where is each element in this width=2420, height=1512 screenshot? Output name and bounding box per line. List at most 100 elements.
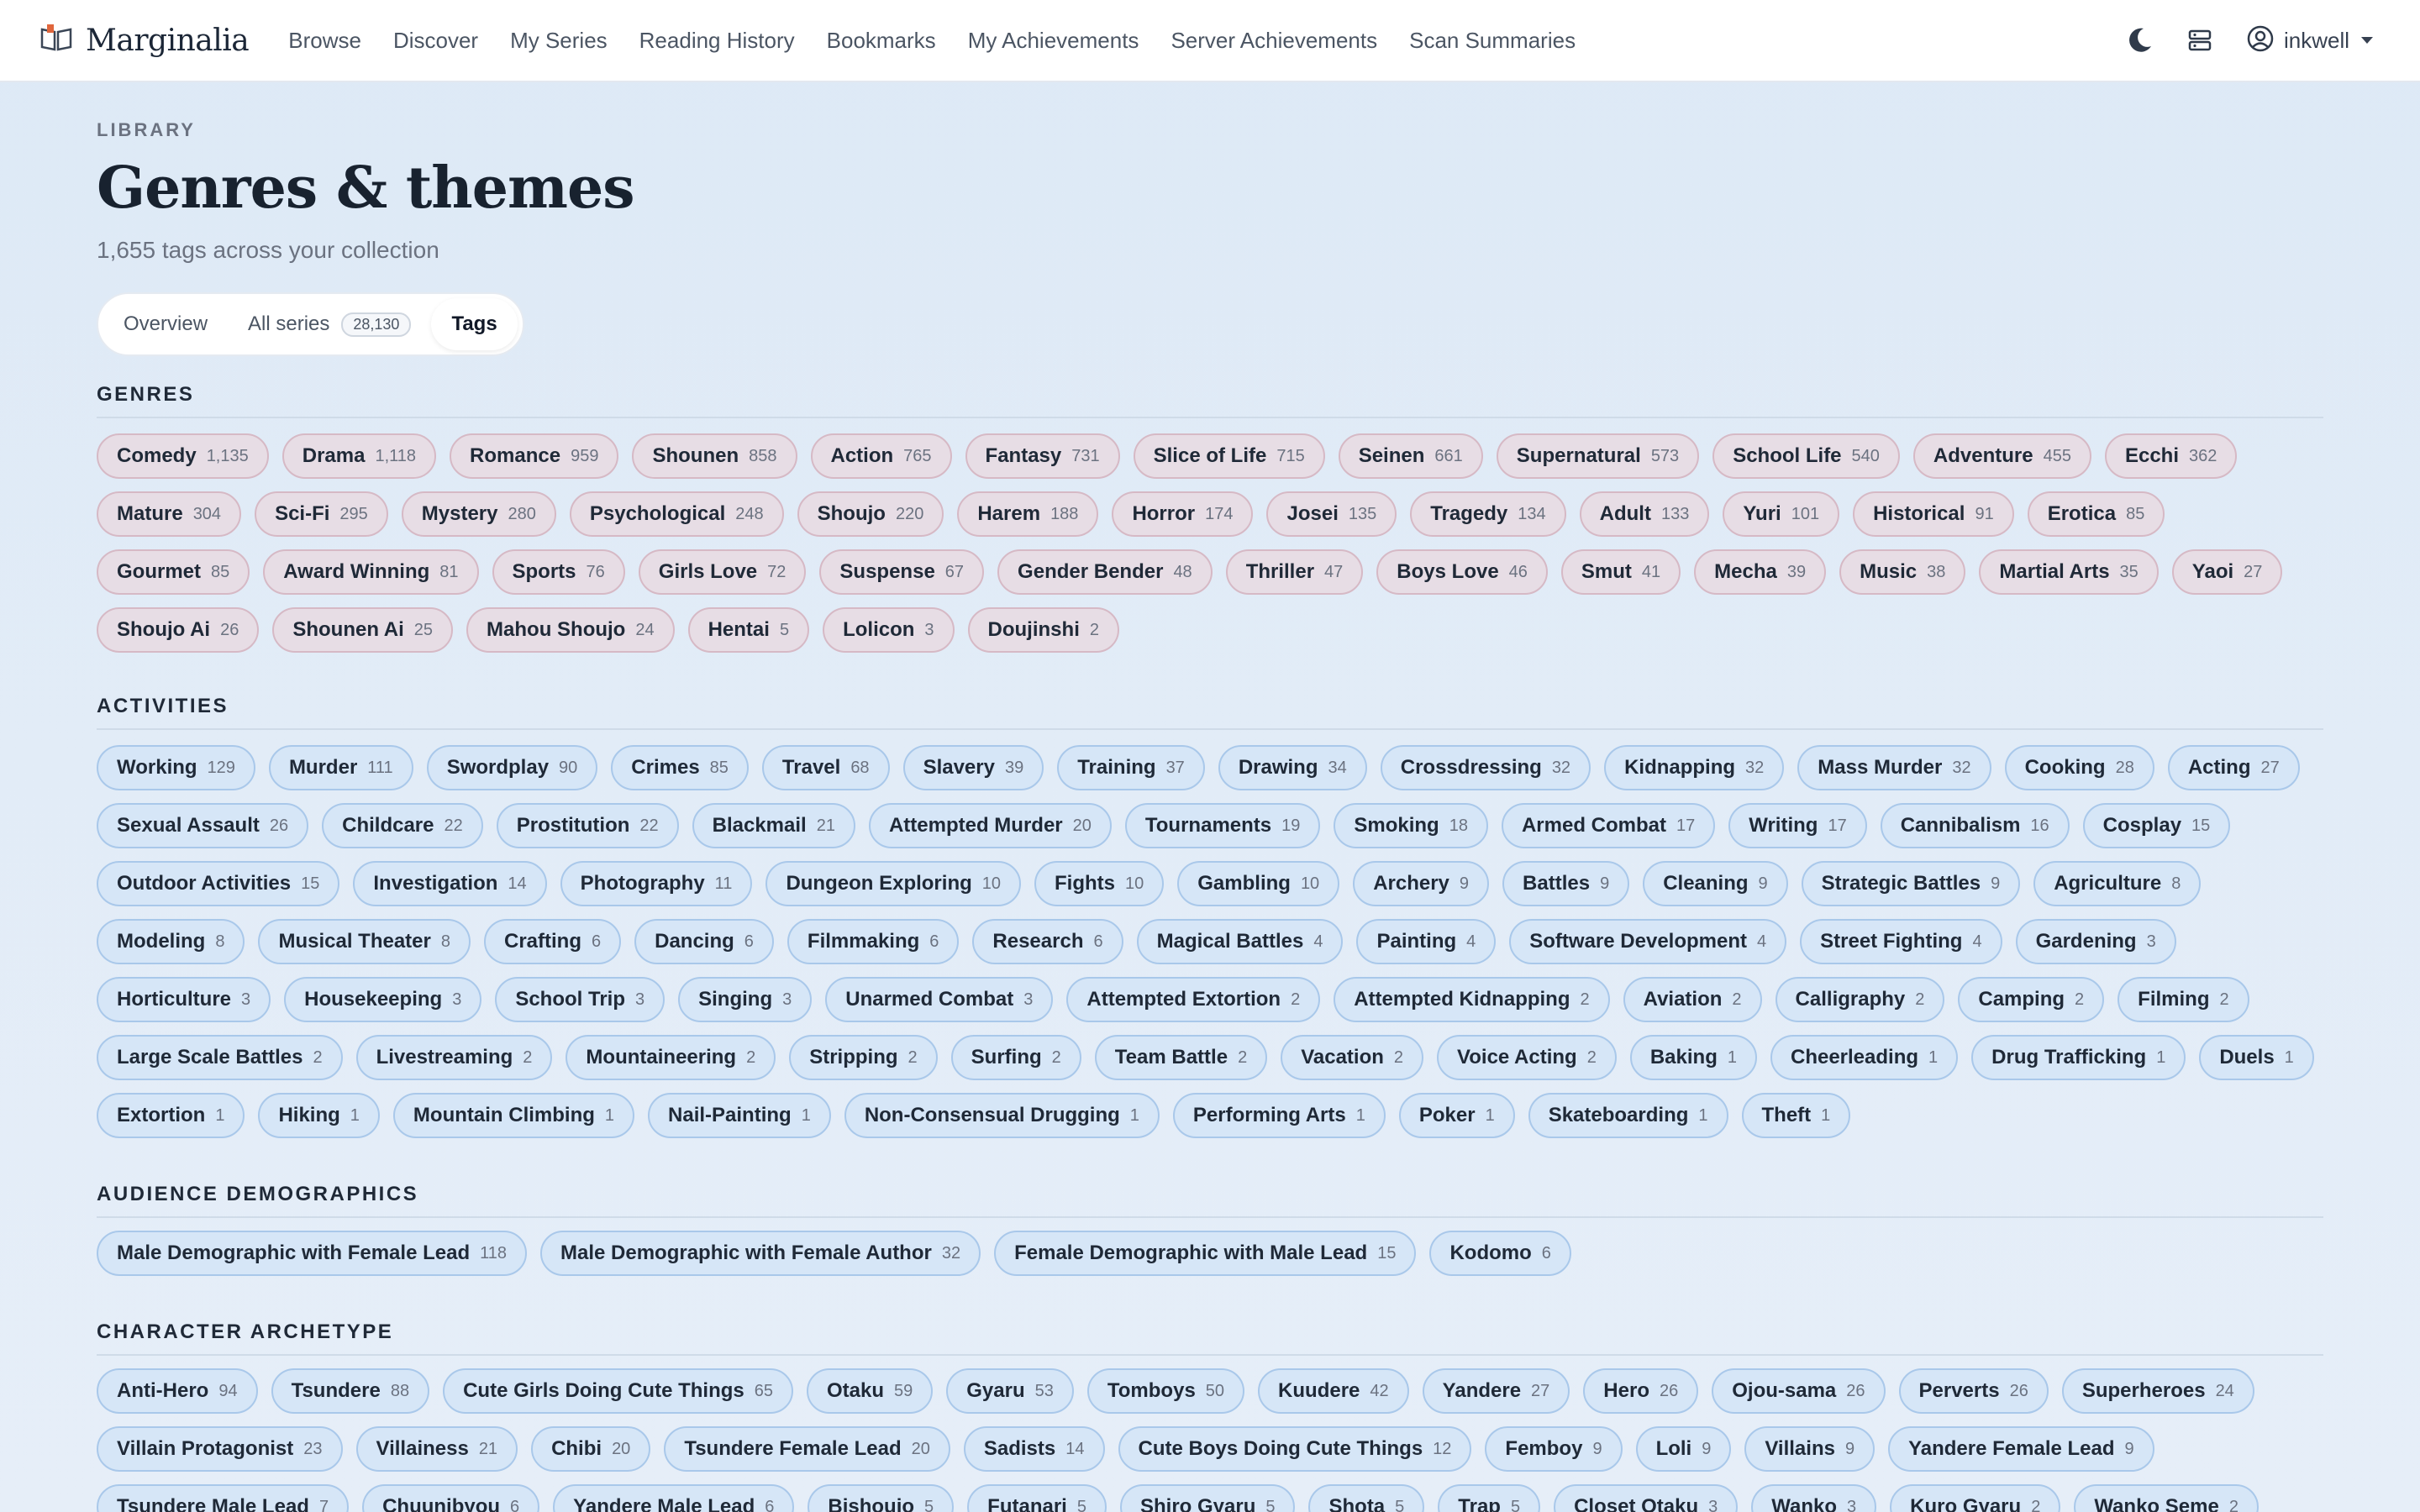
tag-chip[interactable]: Cooking 28 [2004,745,2154,790]
tag-chip[interactable]: Slice of Life 715 [1133,433,1325,479]
tag-chip[interactable]: Mass Murder 32 [1797,745,1991,790]
tag-chip[interactable]: Gyaru 53 [946,1368,1074,1414]
tag-chip[interactable]: Slavery 39 [902,745,1044,790]
tag-chip[interactable]: Mystery 280 [401,491,556,537]
tag-chip[interactable]: Horror 174 [1112,491,1254,537]
tag-chip[interactable]: Murder 111 [268,745,413,790]
tag-chip[interactable]: Camping 2 [1958,977,2105,1022]
tag-chip[interactable]: Theft 1 [1741,1093,1851,1138]
tag-chip[interactable]: Shota 5 [1308,1484,1425,1512]
tag-chip[interactable]: Adult 133 [1579,491,1710,537]
tag-chip[interactable]: Shiro Gyaru 5 [1119,1484,1296,1512]
tag-chip[interactable]: Action 765 [810,433,952,479]
tag-chip[interactable]: Male Demographic with Female Author 32 [540,1231,981,1276]
tag-chip[interactable]: Thriller 47 [1225,549,1364,595]
tag-chip[interactable]: Yandere Female Lead 9 [1888,1426,2154,1472]
tag-chip[interactable]: Male Demographic with Female Lead 118 [97,1231,527,1276]
tag-chip[interactable]: Fights 10 [1034,861,1165,906]
tag-chip[interactable]: Erotica 85 [2027,491,2165,537]
tag-chip[interactable]: Boys Love 46 [1376,549,1548,595]
tag-chip[interactable]: Tomboys 50 [1086,1368,1245,1414]
tag-chip[interactable]: Futanari 5 [967,1484,1107,1512]
tag-chip[interactable]: Strategic Battles 9 [1801,861,2021,906]
tag-chip[interactable]: Gourmet 85 [97,549,250,595]
tag-chip[interactable]: Mahou Shoujo 24 [466,607,675,653]
tag-chip[interactable]: Hero 26 [1583,1368,1699,1414]
tag-chip[interactable]: Seinen 661 [1338,433,1483,479]
tag-chip[interactable]: Otaku 59 [807,1368,934,1414]
tag-chip[interactable]: Hentai 5 [687,607,810,653]
moon-icon[interactable] [2123,24,2156,57]
tag-chip[interactable]: Drawing 34 [1218,745,1367,790]
tag-chip[interactable]: Calligraphy 2 [1775,977,1945,1022]
tag-chip[interactable]: Cannibalism 16 [1880,803,2070,848]
tag-chip[interactable]: Femboy 9 [1485,1426,1623,1472]
nav-discover[interactable]: Discover [377,28,494,54]
tag-chip[interactable]: Smoking 18 [1334,803,1488,848]
tag-chip[interactable]: Attempted Extortion 2 [1066,977,1321,1022]
tag-chip[interactable]: Loli 9 [1635,1426,1732,1472]
tag-chip[interactable]: Superheroes 24 [2061,1368,2254,1414]
tag-chip[interactable]: Wanko 3 [1751,1484,1877,1512]
tag-chip[interactable]: Photography 11 [560,861,753,906]
tag-chip[interactable]: Shounen Ai 25 [272,607,454,653]
tag-chip[interactable]: Software Development 4 [1509,919,1787,964]
tag-chip[interactable]: Painting 4 [1356,919,1497,964]
tag-chip[interactable]: Yuri 101 [1723,491,1840,537]
tag-chip[interactable]: Horticulture 3 [97,977,271,1022]
tag-chip[interactable]: Baking 1 [1629,1035,1757,1080]
tag-chip[interactable]: Archery 9 [1353,861,1490,906]
tag-chip[interactable]: Female Demographic with Male Lead 15 [994,1231,1417,1276]
tag-chip[interactable]: Trap 5 [1438,1484,1541,1512]
tag-chip[interactable]: Sexual Assault 26 [97,803,309,848]
tag-chip[interactable]: Performing Arts 1 [1172,1093,1386,1138]
tag-chip[interactable]: Stripping 2 [789,1035,938,1080]
tag-chip[interactable]: Dancing 6 [634,919,774,964]
tag-chip[interactable]: Mecha 39 [1694,549,1827,595]
tag-chip[interactable]: Battles 9 [1502,861,1630,906]
tag-chip[interactable]: Cheerleading 1 [1770,1035,1959,1080]
tag-chip[interactable]: Harem 188 [957,491,1099,537]
nav-scan-summaries[interactable]: Scan Summaries [1393,28,1591,54]
tag-chip[interactable]: Perverts 26 [1898,1368,2049,1414]
tag-chip[interactable]: Smut 41 [1560,549,1681,595]
tag-chip[interactable]: Team Battle 2 [1094,1035,1268,1080]
tag-chip[interactable]: Skateboarding 1 [1528,1093,1728,1138]
tag-chip[interactable]: Voice Acting 2 [1437,1035,1617,1080]
tag-chip[interactable]: Investigation 14 [353,861,547,906]
tag-chip[interactable]: Shoujo Ai 26 [97,607,260,653]
server-icon[interactable] [2183,24,2217,57]
tag-chip[interactable]: Attempted Murder 20 [868,803,1112,848]
tag-chip[interactable]: Childcare 22 [322,803,483,848]
tag-chip[interactable]: Tsundere Male Lead 7 [97,1484,350,1512]
tag-chip[interactable]: Drug Trafficking 1 [1971,1035,2186,1080]
tag-chip[interactable]: Acting 27 [2167,745,2300,790]
tag-chip[interactable]: Research 6 [972,919,1123,964]
tag-chip[interactable]: Villainess 21 [355,1426,518,1472]
tag-chip[interactable]: Supernatural 573 [1496,433,1700,479]
tag-chip[interactable]: Prostitution 22 [496,803,679,848]
tag-chip[interactable]: Writing 17 [1728,803,1867,848]
tag-chip[interactable]: Lolicon 3 [823,607,955,653]
tag-chip[interactable]: Drama 1,118 [281,433,437,479]
nav-my-series[interactable]: My Series [494,28,623,54]
tag-chip[interactable]: Dungeon Exploring 10 [765,861,1022,906]
tag-chip[interactable]: School Life 540 [1712,433,1900,479]
tag-chip[interactable]: Large Scale Battles 2 [97,1035,343,1080]
user-menu[interactable]: inkwell [2247,25,2373,56]
tag-chip[interactable]: Anti-Hero 94 [97,1368,258,1414]
tag-chip[interactable]: Yandere Male Lead 6 [553,1484,795,1512]
tab-tags[interactable]: Tags [431,298,518,350]
tag-chip[interactable]: Aviation 2 [1623,977,1762,1022]
tag-chip[interactable]: Musical Theater 8 [258,919,471,964]
tag-chip[interactable]: Doujinshi 2 [967,607,1119,653]
tag-chip[interactable]: Unarmed Combat 3 [825,977,1054,1022]
tag-chip[interactable]: Outdoor Activities 15 [97,861,340,906]
tag-chip[interactable]: Tragedy 134 [1410,491,1566,537]
tag-chip[interactable]: Poker 1 [1398,1093,1515,1138]
tag-chip[interactable]: Ojou-sama 26 [1712,1368,1886,1414]
tag-chip[interactable]: Cute Girls Doing Cute Things 65 [443,1368,793,1414]
tag-chip[interactable]: Mountain Climbing 1 [392,1093,635,1138]
tag-chip[interactable]: Magical Battles 4 [1136,919,1344,964]
tag-chip[interactable]: Non-Consensual Drugging 1 [844,1093,1160,1138]
